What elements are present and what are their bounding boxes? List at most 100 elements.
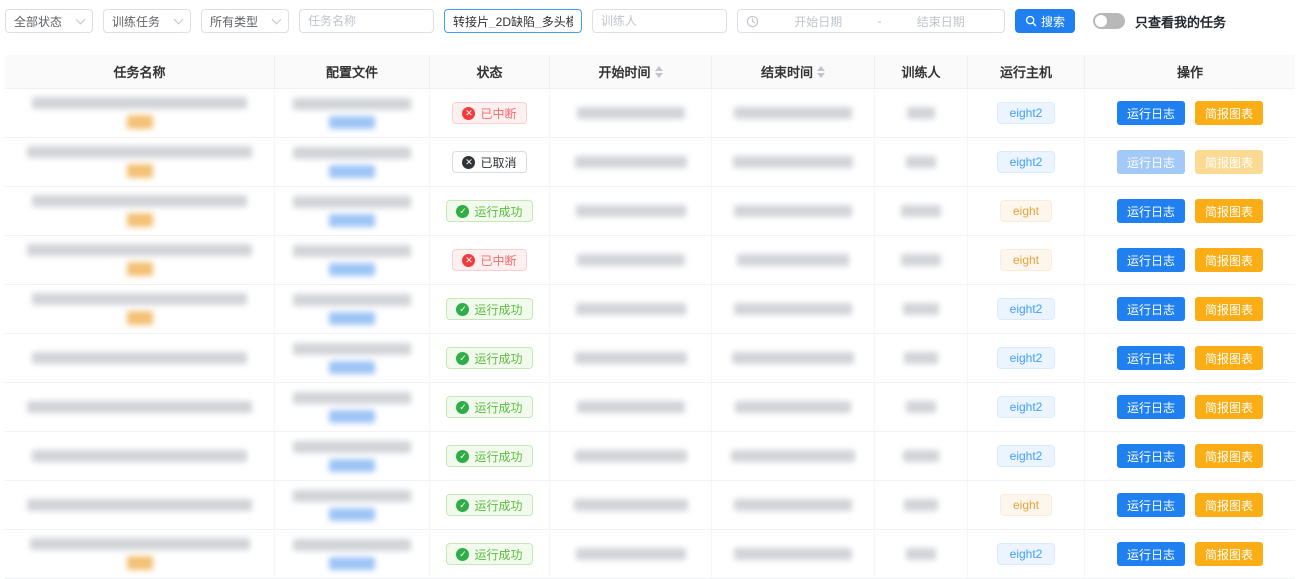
status-label: 运行成功 [474, 546, 522, 563]
config-link-redacted[interactable] [329, 116, 375, 129]
config-link-redacted[interactable] [329, 263, 375, 276]
status-badge: ✓运行成功 [446, 494, 532, 516]
status-badge: ✓ 运行成功 [446, 396, 532, 418]
end-time-redacted [734, 205, 852, 217]
config-file-cell [275, 89, 430, 137]
host-tag: eight [1000, 200, 1052, 222]
category-select[interactable]: 所有类型 [201, 9, 289, 33]
config-link-redacted[interactable] [329, 508, 375, 521]
report-chart-button[interactable]: 简报图表 [1195, 395, 1263, 419]
task-tag-redacted [127, 164, 153, 178]
trainer-input[interactable] [601, 14, 718, 28]
status-badge: ✕已中断 [452, 249, 526, 271]
end-time-cell [712, 285, 875, 333]
task-type-select[interactable]: 训练任务 [103, 9, 191, 33]
end-time-redacted [734, 548, 852, 560]
report-chart-button[interactable]: 简报图表 [1195, 542, 1263, 566]
end-date-input[interactable]: 结束日期 [886, 13, 997, 30]
config-link-redacted[interactable] [329, 312, 375, 325]
config-link-redacted[interactable] [329, 361, 375, 374]
search-icon [1025, 15, 1037, 27]
my-tasks-toggle[interactable] [1093, 13, 1125, 29]
trainer-cell [875, 432, 968, 480]
date-range-picker[interactable]: 开始日期 - 结束日期 [737, 9, 1005, 33]
end-time-cell [712, 530, 875, 578]
report-chart-button[interactable]: 简报图表 [1195, 150, 1263, 174]
config-link-redacted[interactable] [329, 459, 375, 472]
trainer-cell [875, 138, 968, 186]
run-log-button[interactable]: 运行日志 [1117, 346, 1185, 370]
report-chart-button[interactable]: 简报图表 [1195, 101, 1263, 125]
trainer-cell [875, 383, 968, 431]
task-tag-redacted [127, 556, 153, 570]
trainer-redacted [904, 352, 938, 364]
end-time-redacted [735, 401, 851, 413]
task-search-input[interactable] [453, 14, 573, 28]
task-name-input[interactable] [308, 14, 425, 28]
run-log-button[interactable]: 运行日志 [1117, 542, 1185, 566]
config-link-redacted[interactable] [329, 410, 375, 423]
config-file-cell [275, 285, 430, 333]
table-row: ✕已中断eight2运行日志简报图表 [5, 89, 1295, 138]
run-log-button[interactable]: 运行日志 [1117, 493, 1185, 517]
report-chart-button[interactable]: 简报图表 [1195, 493, 1263, 517]
run-log-button[interactable]: 运行日志 [1117, 248, 1185, 272]
start-time-cell [550, 285, 712, 333]
toggle-knob [1095, 15, 1107, 27]
close-circle-icon: ✕ [462, 107, 475, 120]
status-label: 运行成功 [474, 399, 522, 416]
start-time-cell [550, 432, 712, 480]
end-time-cell [712, 432, 875, 480]
start-date-input[interactable]: 开始日期 [763, 13, 874, 30]
check-circle-icon: ✓ [456, 401, 469, 414]
start-time-cell [550, 138, 712, 186]
config-link-redacted[interactable] [329, 214, 375, 227]
end-time-cell [712, 481, 875, 529]
status-select[interactable]: 全部状态 [5, 9, 93, 33]
check-circle-icon: ✓ [456, 450, 469, 463]
start-time-redacted [576, 205, 686, 217]
sort-icons[interactable] [817, 66, 825, 78]
start-time-redacted [576, 303, 686, 315]
config-file-redacted [293, 490, 411, 502]
trainer-redacted [903, 303, 939, 315]
end-time-cell [712, 334, 875, 382]
config-link-redacted[interactable] [329, 557, 375, 570]
task-tag-redacted [127, 262, 153, 276]
config-file-redacted [293, 539, 411, 551]
host-cell: eight [968, 236, 1085, 284]
clock-icon [746, 15, 759, 28]
chevron-down-icon [174, 15, 184, 25]
end-time-redacted [732, 352, 854, 364]
task-name-redacted [27, 499, 252, 511]
run-log-button[interactable]: 运行日志 [1117, 444, 1185, 468]
report-chart-button[interactable]: 简报图表 [1195, 199, 1263, 223]
task-name-cell [5, 187, 275, 235]
report-chart-button[interactable]: 简报图表 [1195, 346, 1263, 370]
task-name-cell [5, 285, 275, 333]
report-chart-button[interactable]: 简报图表 [1195, 444, 1263, 468]
actions-cell: 运行日志简报图表 [1085, 481, 1295, 529]
run-log-button[interactable]: 运行日志 [1117, 199, 1185, 223]
config-file-cell [275, 432, 430, 480]
host-tag: eight2 [997, 151, 1056, 173]
check-circle-icon: ✓ [456, 548, 469, 561]
status-cell: ✓ 运行成功 [430, 530, 550, 578]
actions-cell: 运行日志简报图表 [1085, 187, 1295, 235]
report-chart-button[interactable]: 简报图表 [1195, 297, 1263, 321]
run-log-button[interactable]: 运行日志 [1117, 297, 1185, 321]
run-log-button[interactable]: 运行日志 [1117, 101, 1185, 125]
column-header-trainer: 训练人 [875, 55, 968, 88]
report-chart-button[interactable]: 简报图表 [1195, 248, 1263, 272]
run-log-button[interactable]: 运行日志 [1117, 395, 1185, 419]
config-file-redacted [293, 245, 411, 257]
config-link-redacted[interactable] [329, 165, 375, 178]
task-name-cell [5, 481, 275, 529]
host-cell: eight2 [968, 530, 1085, 578]
actions-cell: 运行日志简报图表 [1085, 89, 1295, 137]
run-log-button[interactable]: 运行日志 [1117, 150, 1185, 174]
task-name-cell [5, 138, 275, 186]
actions-cell: 运行日志简报图表 [1085, 285, 1295, 333]
sort-icons[interactable] [655, 66, 663, 78]
search-button[interactable]: 搜索 [1015, 9, 1075, 33]
